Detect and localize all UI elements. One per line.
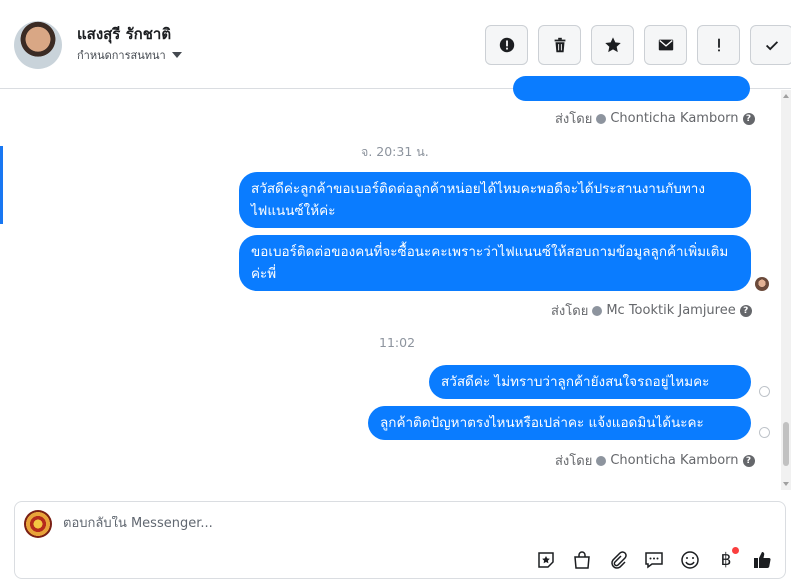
conversation-settings-dropdown[interactable]: กำหนดการสนทนา <box>77 46 182 64</box>
sender-name[interactable]: Chonticha Kamborn <box>610 111 738 126</box>
saved-reply-icon <box>645 552 663 569</box>
attach-button[interactable] <box>607 549 629 571</box>
sender-name[interactable]: Mc Tooktik Jamjuree <box>606 303 735 318</box>
follow-up-button[interactable] <box>697 25 740 65</box>
message-bubble[interactable]: สวัสดีค่ะลูกค้าขอเบอร์ติดต่อลูกค้าหน่อยไ… <box>239 172 751 228</box>
check-icon <box>765 41 778 51</box>
mark-spam-button[interactable] <box>485 25 528 65</box>
notification-dot <box>732 547 739 554</box>
sent-check-icon <box>596 113 607 124</box>
mail-icon <box>658 39 673 51</box>
scroll-up-icon[interactable] <box>783 94 789 98</box>
star-icon <box>604 37 621 53</box>
sticker-icon <box>538 552 554 568</box>
help-icon[interactable]: ? <box>742 112 755 125</box>
contact-name[interactable]: แสงสุรี รักชาติ <box>77 22 171 46</box>
sender-name[interactable]: Chonticha Kamborn <box>610 453 738 468</box>
like-button[interactable] <box>751 549 773 571</box>
composer-tools: ฿ <box>535 547 773 571</box>
page-avatar <box>24 510 52 538</box>
sticker-button[interactable] <box>535 549 557 571</box>
sent-by-label: ส่งโดย Chonticha Kamborn ? <box>555 108 755 129</box>
sent-check-icon <box>592 305 603 316</box>
message-timestamp: 11:02 <box>379 335 416 350</box>
emoji-button[interactable] <box>679 549 701 571</box>
contact-avatar[interactable] <box>14 21 62 69</box>
read-receipt-avatar <box>755 277 769 291</box>
thread-scrollbar[interactable] <box>781 90 791 490</box>
message-bubble[interactable]: ลูกค้าติดปัญหาตรงไหนหรือเปล่าคะ แจ้งแอดม… <box>368 406 751 440</box>
delivered-icon <box>759 386 770 397</box>
sent-by-label: ส่งโดย Chonticha Kamborn ? <box>555 450 755 471</box>
help-icon[interactable]: ? <box>739 304 752 317</box>
conversation-settings-label: กำหนดการสนทนา <box>77 49 166 62</box>
payment-button[interactable]: ฿ <box>715 547 739 571</box>
emoji-icon <box>681 551 699 569</box>
scroll-thumb[interactable] <box>783 422 789 466</box>
trash-icon <box>554 37 565 53</box>
message-bubble[interactable] <box>513 76 750 101</box>
header-actions <box>485 25 791 65</box>
delete-button[interactable] <box>538 25 581 65</box>
saved-replies-button[interactable] <box>643 549 665 571</box>
shop-bag-icon <box>574 551 590 569</box>
mark-unread-button[interactable] <box>644 25 687 65</box>
message-timestamp: จ. 20:31 น. <box>361 144 429 159</box>
message-bubble[interactable]: ขอเบอร์ติดต่อของคนที่จะซื้อนะคะเพราะว่าไ… <box>239 235 751 291</box>
shop-button[interactable] <box>571 549 593 571</box>
exclamation-icon <box>717 38 720 52</box>
message-bubble[interactable]: สวัสดีค่ะ ไม่ทราบว่าลูกค้ายังสนใจรถอยู่ไ… <box>429 365 751 399</box>
caret-down-icon <box>171 52 182 58</box>
baht-icon: ฿ <box>720 550 732 570</box>
reply-composer: ฿ <box>14 501 786 579</box>
mark-done-button[interactable] <box>750 25 791 65</box>
alert-icon <box>499 37 514 53</box>
star-button[interactable] <box>591 25 634 65</box>
reply-input[interactable] <box>63 516 663 531</box>
message-thread[interactable]: ส่งโดย Chonticha Kamborn ? จ. 20:31 น. ส… <box>0 76 791 490</box>
like-icon <box>754 552 771 569</box>
delivered-icon <box>759 427 770 438</box>
sent-check-icon <box>596 455 607 466</box>
sent-by-label: ส่งโดย Mc Tooktik Jamjuree ? <box>551 300 752 321</box>
attachment-icon <box>611 551 627 569</box>
scroll-down-icon[interactable] <box>783 482 789 486</box>
help-icon[interactable]: ? <box>742 454 755 467</box>
